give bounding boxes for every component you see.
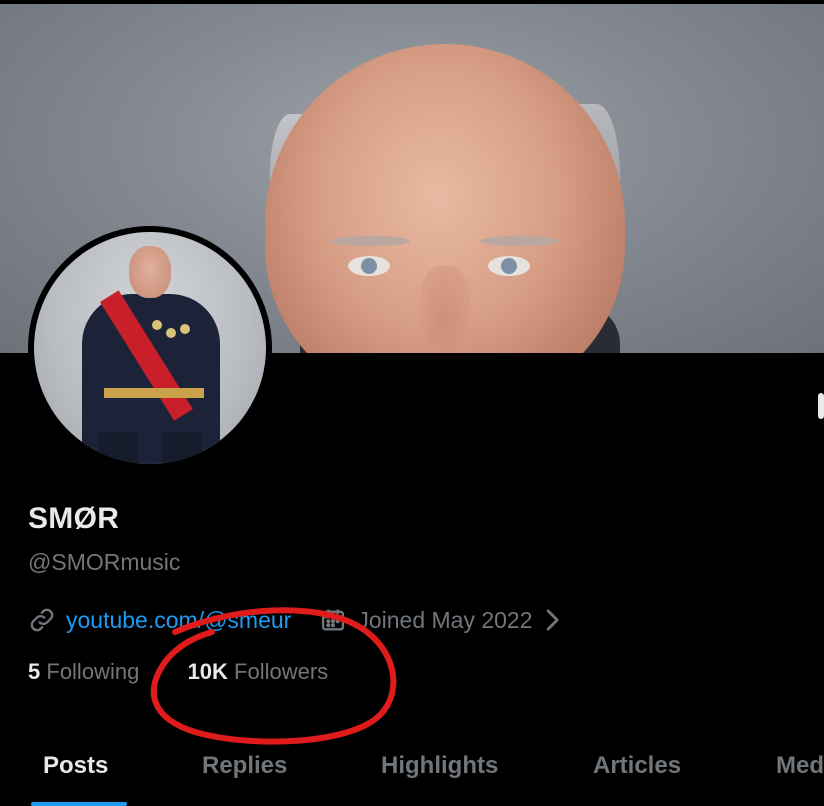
tab-replies[interactable]: Replies bbox=[202, 752, 287, 780]
profile-tab-bar: Posts Replies Highlights Articles Med bbox=[0, 740, 824, 806]
avatar-medal bbox=[152, 320, 162, 330]
followers-label: Followers bbox=[234, 659, 329, 684]
profile-meta-row: youtube.com/@smeur Joined May 2022 bbox=[28, 603, 561, 637]
profile-joined-date: Joined May 2022 bbox=[357, 606, 533, 633]
partial-button-edge[interactable] bbox=[818, 393, 824, 419]
following-label: Following bbox=[46, 659, 140, 684]
link-icon bbox=[28, 606, 56, 634]
followers-count: 10K bbox=[187, 659, 228, 684]
avatar-leg bbox=[98, 432, 138, 464]
profile-avatar[interactable] bbox=[28, 226, 272, 470]
tab-posts[interactable]: Posts bbox=[43, 752, 108, 780]
banner-eye-left bbox=[348, 256, 390, 276]
avatar-medal bbox=[180, 324, 190, 334]
profile-display-name: SMØR bbox=[28, 502, 120, 535]
tab-articles[interactable]: Articles bbox=[593, 752, 681, 780]
avatar-face bbox=[129, 246, 171, 298]
profile-follow-counts: 5 Following 10K Followers bbox=[28, 659, 328, 685]
followers-link[interactable]: 10K Followers bbox=[181, 659, 329, 684]
calendar-icon bbox=[319, 606, 347, 634]
banner-nose bbox=[420, 266, 470, 353]
avatar-medal bbox=[166, 328, 176, 338]
following-count: 5 bbox=[28, 659, 41, 684]
profile-handle: @SMORmusic bbox=[28, 549, 181, 575]
avatar-leg bbox=[162, 432, 202, 464]
avatar-belt bbox=[104, 388, 204, 398]
tab-media[interactable]: Med bbox=[776, 752, 824, 780]
chevron-right-icon[interactable] bbox=[543, 607, 561, 633]
banner-eye-right bbox=[488, 256, 530, 276]
tab-highlights[interactable]: Highlights bbox=[381, 752, 498, 780]
profile-website-link[interactable]: youtube.com/@smeur bbox=[66, 607, 291, 634]
following-link[interactable]: 5 Following bbox=[28, 659, 145, 684]
avatar-photo bbox=[34, 232, 266, 464]
active-tab-indicator bbox=[31, 802, 127, 806]
banner-brow-left bbox=[330, 236, 410, 246]
banner-brow-right bbox=[480, 236, 560, 246]
